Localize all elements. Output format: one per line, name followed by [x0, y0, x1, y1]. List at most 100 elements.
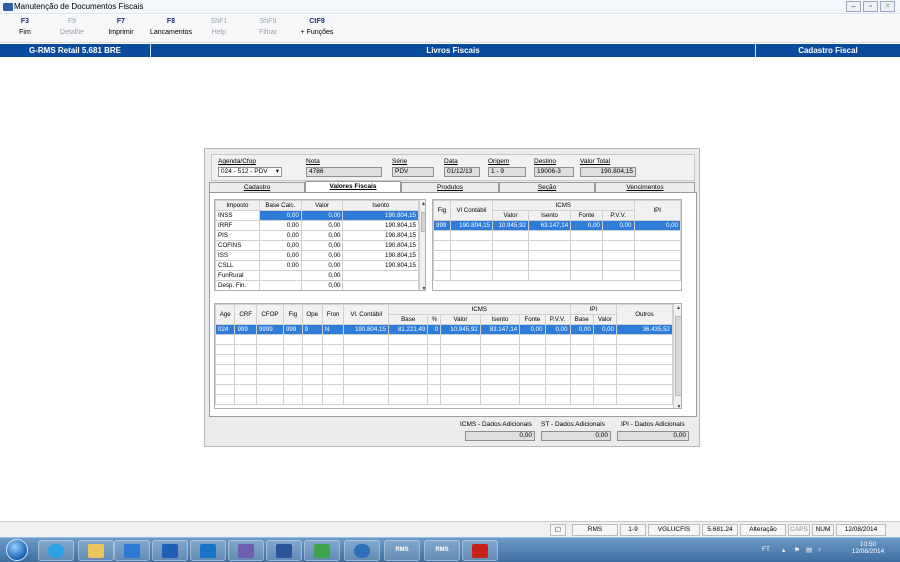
cell[interactable]: 0,00 — [300, 260, 344, 271]
module-title: Livros Fiscais — [426, 46, 480, 55]
table-row[interactable]: COFINS 0,00 0,00 190.804,15 — [215, 240, 419, 251]
scroll-thumb[interactable] — [675, 316, 681, 396]
taskbar-lync[interactable] — [190, 540, 226, 561]
lancamentos-scrollbar[interactable]: ▴ ▾ — [673, 304, 681, 408]
tab-panel-valores-fiscais: Imposto Base Calc. Valor Isento INSS 0,00… — [209, 192, 697, 417]
nota-field[interactable]: 4786 — [306, 167, 382, 177]
start-button[interactable] — [6, 539, 28, 561]
minimize-button[interactable]: – — [846, 1, 861, 12]
flag-icon[interactable]: ⚑ — [794, 546, 800, 554]
cell[interactable]: 0,00 — [258, 250, 302, 261]
cell[interactable]: 190.804,15 — [342, 220, 419, 231]
network-icon[interactable]: ▤ — [806, 546, 812, 554]
impostos-table: Imposto Base Calc. Valor Isento INSS 0,00… — [215, 200, 419, 290]
st-adicionais-field[interactable]: 0,00 — [541, 431, 611, 441]
fkey-code: F9 — [67, 18, 77, 25]
table-row[interactable]: FunRural 0,00 — [215, 270, 419, 281]
taskbar-outlook[interactable] — [152, 540, 188, 561]
origem-field[interactable]: 1 - 9 — [488, 167, 526, 177]
serie-field[interactable]: PDV — [392, 167, 434, 177]
cell[interactable]: 0,00 — [258, 220, 302, 231]
taskbar-tool[interactable] — [304, 540, 340, 561]
destino-field[interactable]: 19006-3 — [534, 167, 574, 177]
taskbar-ie[interactable] — [38, 540, 74, 561]
taskbar-app[interactable] — [228, 540, 264, 561]
cell[interactable]: 0,00 — [300, 280, 344, 290]
column-header: Vl. Contábil — [343, 304, 389, 325]
fkey-filtrar[interactable]: ShF9 Filtrar — [243, 18, 293, 36]
fkey-imprimir[interactable]: F7 Imprimir — [96, 18, 146, 36]
lync-icon — [200, 544, 216, 558]
taskbar-explorer[interactable] — [78, 540, 114, 561]
cell[interactable]: 0,00 — [300, 220, 344, 231]
cell[interactable]: 190.804,15 — [342, 250, 419, 261]
table-row[interactable]: Desp. Fin. 0,00 — [215, 280, 419, 290]
maximize-button[interactable]: ▫ — [863, 1, 878, 12]
clock[interactable]: 10:50 12/08/2014 — [848, 541, 888, 555]
tab-cadastro[interactable]: Cadastro — [209, 182, 305, 192]
cell[interactable]: 0,00 — [258, 260, 302, 271]
taskbar-word[interactable] — [266, 540, 302, 561]
table-row[interactable]: CSLL 0,00 0,00 190.804,15 — [215, 260, 419, 271]
cell[interactable]: 0,00 — [258, 240, 302, 251]
fkey-funcoes[interactable]: CtF9 + Funções — [292, 18, 342, 36]
status-cell: 1-9 — [620, 524, 646, 536]
cell[interactable]: 0,00 — [300, 210, 344, 221]
cell[interactable] — [342, 270, 419, 281]
cell[interactable]: 0,00 — [258, 210, 302, 221]
fkey-detalhe[interactable]: F9 Detalhe — [47, 18, 97, 36]
cell[interactable]: 0,00 — [300, 230, 344, 241]
volume-icon[interactable]: ♪ — [818, 546, 821, 553]
column-header: Valor — [592, 314, 618, 325]
cell[interactable]: 190.804,15 — [342, 240, 419, 251]
table-row[interactable]: INSS 0,00 0,00 190.804,15 — [215, 210, 419, 221]
cell[interactable]: 0,00 — [258, 230, 302, 241]
tray-expand-icon[interactable]: ▴ — [782, 546, 785, 554]
scroll-down-icon[interactable]: ▾ — [420, 285, 425, 290]
tab-secao[interactable]: Seção — [499, 182, 595, 192]
taskbar-app2[interactable] — [344, 540, 380, 561]
scroll-thumb[interactable] — [421, 212, 425, 232]
module-bar: G-RMS Retail 5.681 BRE Livros Fiscais Ca… — [0, 44, 900, 57]
cell[interactable] — [258, 280, 302, 290]
icms-adicionais-field[interactable]: 0,00 — [465, 431, 535, 441]
table-row[interactable]: 024 999 9999 999 9 N 190.804,15 81.221,4… — [215, 324, 673, 335]
tab-produtos[interactable]: Produtos — [401, 182, 499, 192]
table-row[interactable]: ISS 0,00 0,00 190.804,15 — [215, 250, 419, 261]
cell[interactable]: 0,00 — [300, 240, 344, 251]
cell[interactable]: 190.804,15 — [342, 210, 419, 221]
fkey-fim[interactable]: F3 Fim — [0, 18, 50, 36]
agenda-select[interactable]: 024 - 512 - PDV ▾ — [218, 167, 282, 177]
fkey-label: Help — [211, 29, 227, 36]
tool-icon — [314, 544, 330, 558]
close-button[interactable]: ✕ — [880, 1, 895, 12]
cell[interactable] — [258, 270, 302, 281]
fkey-lancamentos[interactable]: F8 Lancamentos — [146, 18, 196, 36]
scroll-up-icon[interactable]: ▴ — [420, 200, 425, 207]
table-row[interactable]: IRRF 0,00 0,00 190.804,15 — [215, 220, 419, 231]
cell[interactable]: 0,00 — [300, 250, 344, 261]
cell[interactable] — [342, 280, 419, 290]
table-row[interactable]: 999 190.804,15 10.945,92 63.147,14 0,00 … — [433, 220, 681, 231]
scroll-up-icon[interactable]: ▴ — [674, 304, 681, 311]
impostos-scrollbar[interactable]: ▴ ▾ — [419, 200, 425, 290]
taskbar-acrobat[interactable] — [462, 540, 498, 561]
cell[interactable]: 0,00 — [300, 270, 344, 281]
taskbar-media[interactable] — [114, 540, 150, 561]
table-row[interactable]: PIS 0,00 0,00 190.804,15 — [215, 230, 419, 241]
cell[interactable]: 190.804,15 — [342, 260, 419, 271]
ipi-adicionais-field[interactable]: 0,00 — [617, 431, 689, 441]
data-field[interactable]: 01/12/13 — [444, 167, 480, 177]
language-indicator[interactable]: FT — [762, 546, 770, 553]
tab-valores-fiscais[interactable]: Valores Fiscais — [305, 181, 401, 192]
tab-vencimentos[interactable]: Vencimentos — [595, 182, 695, 192]
cell: 0,00 — [569, 324, 594, 335]
status-cell: NUM — [812, 524, 834, 536]
cell[interactable]: 190.804,15 — [342, 230, 419, 241]
fkey-help[interactable]: ShF1 Help — [194, 18, 244, 36]
taskbar-rms-2[interactable]: RMS — [424, 540, 460, 561]
valor-total-field[interactable]: 190.804,15 — [580, 167, 636, 177]
ipi-adicionais-label: IPI - Dados Adicionais — [621, 421, 685, 428]
taskbar-rms-1[interactable]: RMS — [384, 540, 420, 561]
scroll-down-icon[interactable]: ▾ — [674, 403, 681, 408]
